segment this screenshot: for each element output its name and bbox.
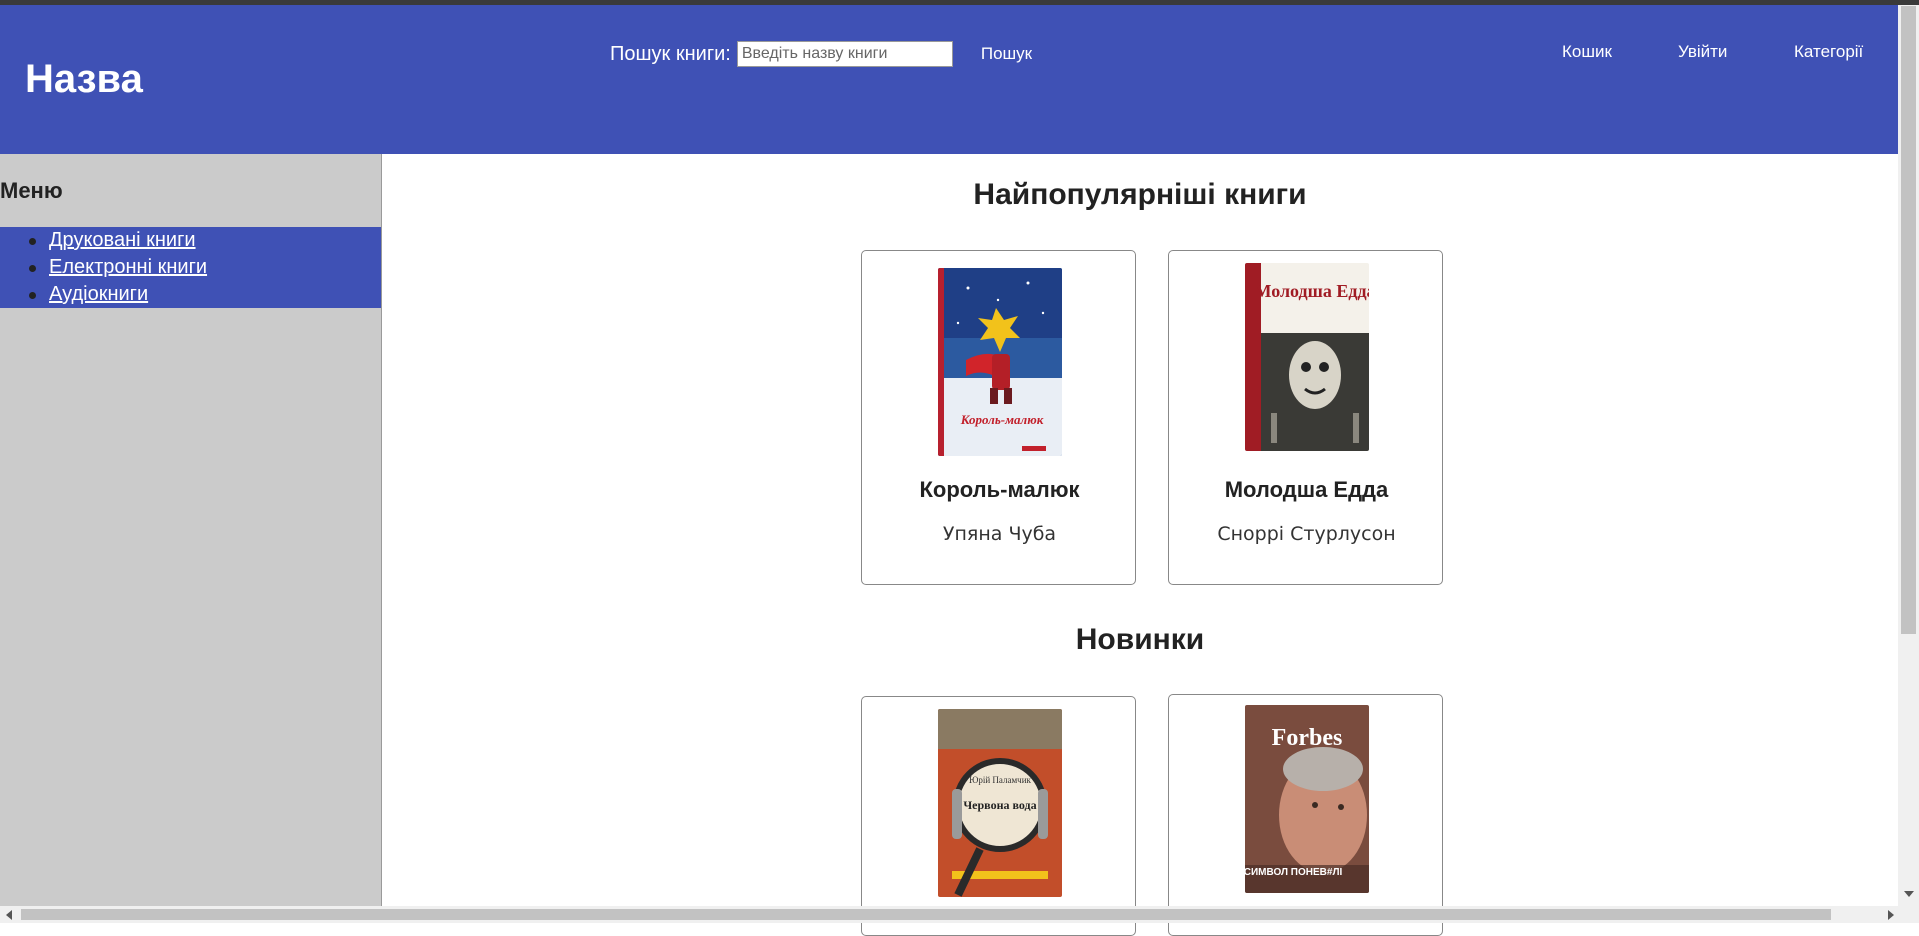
vertical-scrollbar[interactable] — [1898, 5, 1919, 906]
magazine-headline: СИМВОЛ ПОНЕВ#ЛІ — [1245, 867, 1342, 878]
sidebar-link-printed-books[interactable]: Друковані книги — [49, 227, 196, 254]
scroll-right-arrow-icon[interactable] — [1888, 910, 1894, 920]
nav-categories-link[interactable]: Категорії — [1794, 42, 1863, 62]
book-cover-image: Король-малюк — [938, 268, 1062, 456]
sidebar-item-ebooks: Електронні книги — [0, 254, 381, 281]
sidebar-menu: Друковані книги Електронні книги Аудіокн… — [0, 227, 381, 308]
book-cover-title: Молодша Едда — [1254, 281, 1369, 301]
search-bar: Пошук книги: Пошук — [610, 41, 1032, 67]
book-card[interactable]: Forbes СИМВОЛ ПОНЕВ#ЛІ — [1168, 694, 1443, 936]
book-cover-image: Юрій Паламчик Червона вода — [938, 709, 1062, 897]
book-card[interactable]: Юрій Паламчик Червона вода — [861, 696, 1136, 936]
book-cover-author: Юрій Паламчик — [969, 775, 1031, 785]
book-title: Молодша Едда — [1224, 477, 1389, 502]
site-brand: Назва — [25, 57, 143, 101]
site-header: Назва Пошук книги: Пошук Кошик Увійти Ка… — [0, 5, 1898, 154]
book-author: Упяна Чуба — [942, 523, 1057, 545]
book-title: Король-малюк — [919, 477, 1080, 502]
search-label: Пошук книги: — [610, 42, 731, 65]
search-input[interactable] — [736, 41, 953, 67]
sidebar-link-ebooks[interactable]: Електронні книги — [49, 254, 207, 281]
book-cover-title: Червона вода — [963, 798, 1036, 812]
magazine-title: Forbes — [1272, 725, 1343, 751]
sidebar-link-audiobooks[interactable]: Аудіокниги — [49, 281, 148, 308]
sidebar-item-printed-books: Друковані книги — [0, 227, 381, 254]
book-cover-title: Король-малюк — [960, 412, 1044, 427]
horizontal-scrollbar-thumb[interactable] — [21, 909, 1831, 920]
popular-section-title: Найпопулярніші книги — [973, 178, 1307, 211]
book-cover-image: Forbes СИМВОЛ ПОНЕВ#ЛІ — [1245, 705, 1369, 893]
sidebar: Меню Друковані книги Електронні книги Ау… — [0, 154, 382, 906]
horizontal-scrollbar[interactable] — [0, 906, 1919, 923]
sidebar-title: Меню — [0, 178, 63, 203]
sidebar-item-audiobooks: Аудіокниги — [0, 281, 381, 308]
book-author: Сноррі Стурлусон — [1217, 523, 1396, 545]
book-cover-image: Молодша Едда — [1245, 263, 1369, 451]
book-card[interactable]: Молодша Едда Молодша Едда Сноррі Стурлус… — [1168, 250, 1443, 585]
nav-login-link[interactable]: Увійти — [1678, 42, 1727, 62]
scroll-down-arrow-icon[interactable] — [1904, 891, 1914, 897]
nav-cart-link[interactable]: Кошик — [1562, 42, 1612, 62]
book-card[interactable]: Король-малюк Король-малюк Упяна Чуба — [861, 250, 1136, 585]
vertical-scrollbar-thumb[interactable] — [1901, 6, 1916, 634]
search-button[interactable]: Пошук — [981, 44, 1032, 64]
new-section-title: Новинки — [1075, 623, 1205, 656]
scroll-left-arrow-icon[interactable] — [6, 910, 12, 920]
main-content: Найпопулярніші книги Король-малюк Король… — [382, 154, 1898, 936]
